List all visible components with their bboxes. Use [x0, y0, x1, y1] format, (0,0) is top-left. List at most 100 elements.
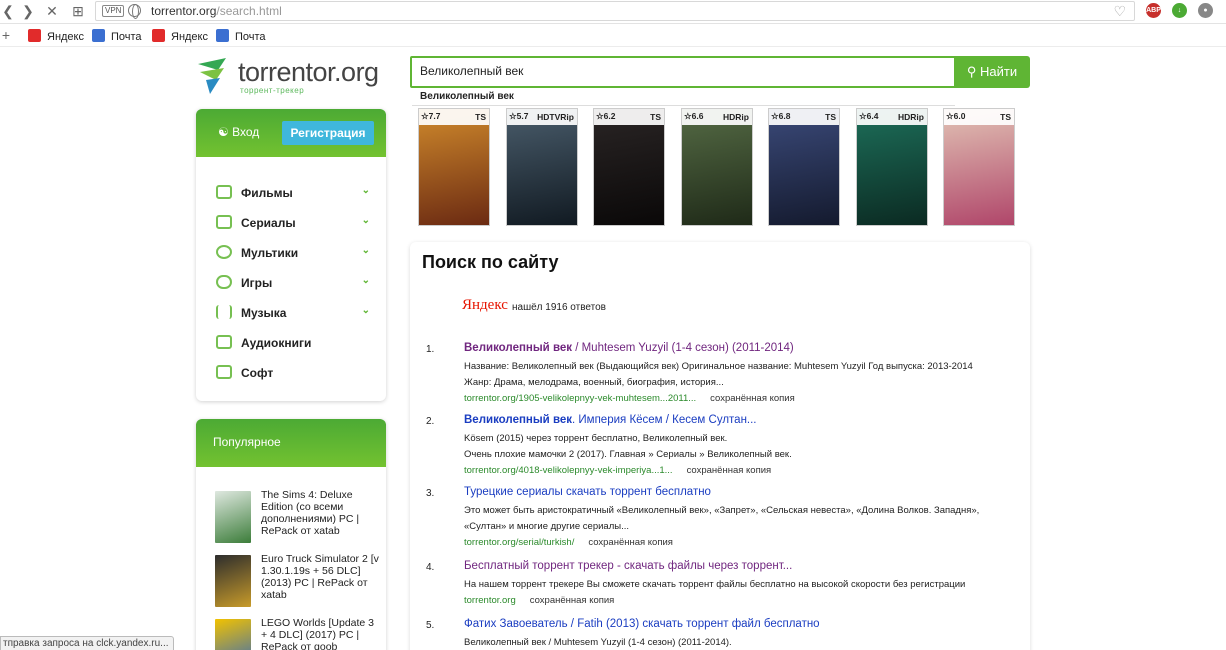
star-icon: ☆5.7 [509, 111, 529, 121]
grid-apps-icon[interactable]: ⊞ [70, 3, 86, 19]
menu-item-cartoons[interactable]: Мультики ⌄ [196, 239, 386, 269]
movie-poster[interactable]: ☆6.4 HDRip [856, 108, 928, 226]
menu-item-music[interactable]: Музыка ⌄ [196, 299, 386, 329]
result-title-link[interactable]: Великолепный век / Muhtesem Yuzyil (1-4 … [464, 342, 794, 354]
result-number: 1. [426, 344, 435, 355]
star-icon: ☆6.8 [771, 111, 791, 121]
plus-icon[interactable]: + [0, 27, 14, 43]
result-url[interactable]: torrentor.org/4018-velikolepnyy-vek-impe… [464, 465, 771, 476]
result-snippet: Великолепный век / Muhtesem Yuzyil (1-4 … [464, 637, 732, 648]
result-number: 2. [426, 416, 435, 427]
search-input[interactable] [420, 64, 940, 78]
result-url[interactable]: torrentor.org/serial/turkish/сохранённая… [464, 537, 673, 548]
menu-item-software[interactable]: Софт [196, 359, 386, 389]
popular-item-title[interactable]: LEGO Worlds [Update 3 + 4 DLC] (2017) PC… [261, 617, 379, 650]
vpn-badge[interactable]: VPN [102, 5, 125, 17]
popular-thumbnail[interactable] [215, 555, 251, 607]
result-title-link[interactable]: Турецкие сериалы скачать торрент бесплат… [464, 486, 711, 498]
result-snippet: Kösem (2015) через торрент бесплатно, Ве… [464, 433, 728, 444]
cached-copy-link[interactable]: сохранённая копия [687, 465, 772, 476]
menu-item-serials[interactable]: Сериалы ⌄ [196, 209, 386, 239]
bookmark-yandex-zen[interactable]: Яндекс [28, 29, 84, 43]
register-button[interactable]: Регистрация [282, 121, 374, 145]
music-icon [216, 305, 232, 319]
chevron-down-icon: ⌄ [361, 215, 370, 226]
search-icon: ⚲ [966, 64, 977, 79]
cached-copy-link[interactable]: сохранённая копия [530, 595, 615, 606]
yandex-icon [152, 29, 165, 42]
category-menu: Фильмы ⌄ Сериалы ⌄ Мультики ⌄ Игры ⌄ Музыка ⌄… [196, 157, 386, 389]
popular-item-title[interactable]: The Sims 4: Deluxe Edition (со всеми доп… [261, 489, 379, 537]
adblock-icon[interactable]: ABP [1146, 3, 1161, 18]
movie-poster[interactable]: ☆6.6 HDRip [681, 108, 753, 226]
bookmark-yandex[interactable]: Яндекс [152, 29, 208, 43]
popular-box: Популярное The Sims 4: Deluxe Edition (с… [196, 419, 386, 650]
quality-badge: HDRip [723, 112, 749, 122]
close-icon[interactable]: ✕ [44, 3, 60, 19]
globe-ext-icon[interactable]: ● [1198, 3, 1213, 18]
menu-item-games[interactable]: Игры ⌄ [196, 269, 386, 299]
chevron-down-icon: ⌄ [361, 305, 370, 316]
address-toolbar: ❮ ❯ ✕ ⊞ VPN torrentor.org/search.html ♡ … [0, 0, 1226, 24]
result-title-link[interactable]: Фатих Завоеватель / Fatih (2013) скачать… [464, 618, 820, 630]
login-link[interactable]: ☯ Вход [218, 125, 259, 139]
site-logo[interactable]: torrentor.org торрент-трекер [196, 56, 379, 96]
movie-poster[interactable]: ☆7.7 TS [418, 108, 490, 226]
bookmarks-bar: + Яндекс Почта Яндекс Почта [0, 25, 1226, 47]
globe-icon [128, 4, 141, 19]
popular-item[interactable]: Euro Truck Simulator 2 [v 1.30.1.19s + 5… [196, 547, 386, 611]
yandex-logo[interactable]: Яндекс [462, 297, 508, 314]
movie-poster[interactable]: ☆6.0 TS [943, 108, 1015, 226]
mail-icon [216, 29, 229, 42]
cached-copy-link[interactable]: сохранённая копия [588, 537, 673, 548]
result-number: 5. [426, 620, 435, 631]
gamepad-icon [216, 275, 232, 289]
url-text: torrentor.org/search.html [151, 4, 282, 18]
result-snippet: Очень плохие мамочки 2 (2017). Главная »… [464, 449, 792, 460]
yandex-zen-icon [28, 29, 41, 42]
search-button[interactable]: ⚲ Найти [954, 56, 1030, 88]
result-url[interactable]: torrentor.org/1905-velikolepnyy-vek-muht… [464, 393, 795, 404]
popular-thumbnail[interactable] [215, 491, 251, 543]
quality-badge: HDRip [898, 112, 924, 122]
sidebar-menu-box: ☯ Вход Регистрация Фильмы ⌄ Сериалы ⌄ Муль… [196, 109, 386, 401]
star-icon: ☆6.0 [946, 111, 966, 121]
quality-badge: TS [650, 112, 661, 122]
star-icon: ☆6.2 [596, 111, 616, 121]
download-icon[interactable]: ↓ [1172, 3, 1187, 18]
audiobook-icon [216, 335, 232, 349]
user-icon: ☯ [218, 125, 229, 139]
menu-item-audiobooks[interactable]: Аудиокниги [196, 329, 386, 359]
chevron-down-icon: ⌄ [361, 275, 370, 286]
login-panel: ☯ Вход Регистрация [196, 109, 386, 157]
menu-item-films[interactable]: Фильмы ⌄ [196, 179, 386, 209]
popular-item[interactable]: LEGO Worlds [Update 3 + 4 DLC] (2017) PC… [196, 611, 386, 650]
bookmark-mail-2[interactable]: Почта [216, 29, 266, 43]
search-suggestion[interactable]: Великолепный век [412, 88, 955, 106]
movie-poster[interactable]: ☆6.2 TS [593, 108, 665, 226]
result-number: 4. [426, 562, 435, 573]
result-title-link[interactable]: Бесплатный торрент трекер - скачать файл… [464, 560, 792, 572]
cached-copy-link[interactable]: сохранённая копия [710, 393, 795, 404]
result-title-link[interactable]: Великолепный век. Империя Кёсем / Кесем … [464, 414, 757, 426]
popular-item-title[interactable]: Euro Truck Simulator 2 [v 1.30.1.19s + 5… [261, 553, 379, 601]
back-icon[interactable]: ❮ [0, 3, 16, 19]
popular-item[interactable]: The Sims 4: Deluxe Edition (со всеми доп… [196, 483, 386, 547]
logo-text: torrentor.org [238, 57, 379, 87]
star-icon: ☆6.6 [684, 111, 704, 121]
result-url[interactable]: torrentor.org сохранённая копия [464, 595, 614, 606]
popular-title: Популярное [213, 435, 281, 449]
popular-thumbnail[interactable] [215, 619, 251, 650]
movie-poster[interactable]: ☆6.8 TS [768, 108, 840, 226]
search-box[interactable] [410, 56, 956, 88]
result-snippet: Жанр: Драма, мелодрама, военный, биограф… [464, 377, 724, 388]
result-snippet: «Султан» и многие другие сериалы... [464, 521, 629, 532]
movie-poster[interactable]: ☆5.7 HDTVRip [506, 108, 578, 226]
chevron-down-icon: ⌄ [361, 245, 370, 256]
forward-icon[interactable]: ❯ [20, 3, 36, 19]
heart-icon[interactable]: ♡ [1113, 3, 1126, 20]
url-field[interactable]: VPN torrentor.org/search.html ♡ [95, 1, 1135, 21]
quality-badge: TS [1000, 112, 1011, 122]
bookmark-mail[interactable]: Почта [92, 29, 142, 43]
result-snippet: Это может быть аристократичный «Великоле… [464, 505, 980, 516]
